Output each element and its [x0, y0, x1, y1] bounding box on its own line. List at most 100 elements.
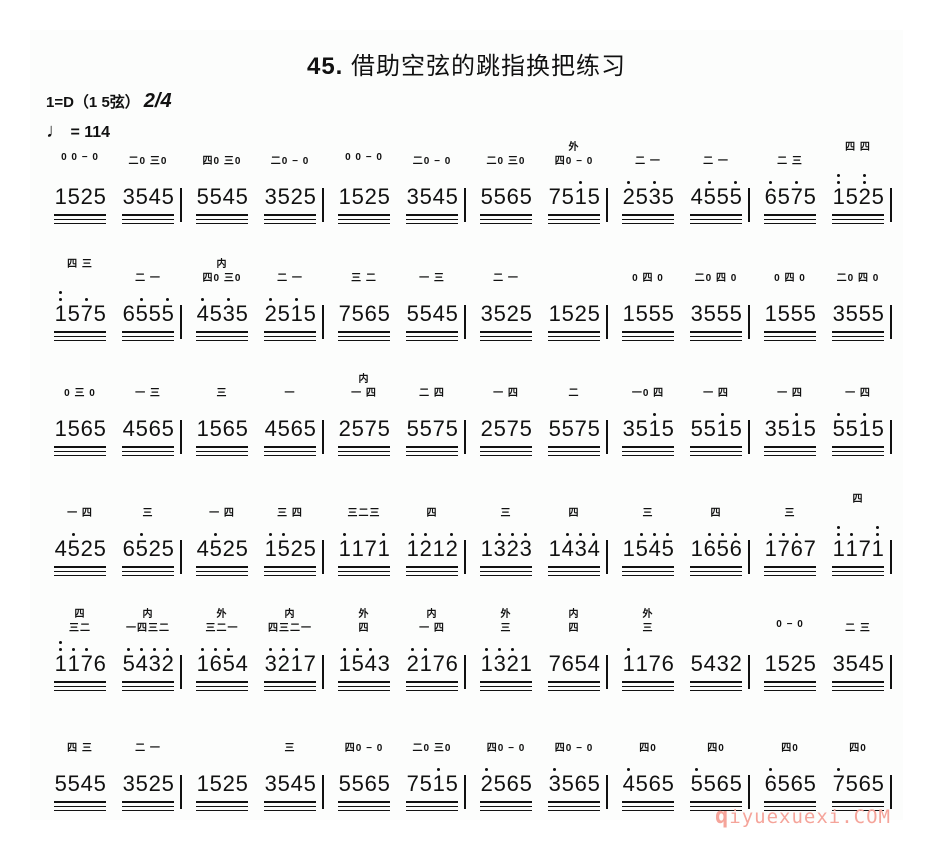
note-digit: 6	[364, 771, 377, 797]
note-digits: 1 2 12	[400, 533, 464, 562]
beam-line	[764, 454, 816, 456]
note-digit-text: 5	[135, 301, 148, 326]
barline	[180, 655, 182, 689]
beam-line	[54, 689, 106, 691]
beam-line	[480, 681, 532, 683]
note-digit: 5	[777, 651, 790, 677]
beam-line	[622, 218, 674, 220]
note-digit: 5	[93, 536, 106, 562]
note-digit: 5	[445, 771, 458, 797]
octave-dot-above	[282, 533, 285, 536]
note-digit: 5	[635, 184, 648, 210]
note-digit: 5	[209, 533, 222, 562]
fingering-marking: 四0	[707, 743, 725, 754]
barline	[606, 420, 608, 454]
note-digit-text: 5	[519, 184, 532, 209]
note-digit-text: 5	[338, 771, 351, 796]
note-digit-text: 5	[729, 771, 742, 796]
note-digit-text: 4	[622, 771, 635, 796]
note-digits: 1555	[758, 301, 822, 327]
note-digit-text: 1	[648, 416, 661, 441]
fingering-marking: 0 0 − 0	[345, 152, 383, 163]
fingering-marking: 四0 − 0	[344, 743, 384, 754]
note-digit-text: 6	[561, 651, 574, 676]
beam-line	[196, 574, 248, 576]
beam-line	[832, 446, 884, 448]
note-group: 1525	[190, 725, 254, 825]
note-digit: 6	[790, 533, 803, 562]
beam-line	[54, 570, 106, 572]
note-digit-text: 2	[290, 536, 303, 561]
note-digit-text: 1	[54, 301, 67, 326]
note-digit: 3	[493, 648, 506, 677]
fingering-marking: 二 一	[135, 743, 161, 754]
note-digit: 1	[338, 533, 351, 562]
barline	[606, 655, 608, 689]
note-digits: 1565	[190, 416, 254, 442]
note-digit-text: 5	[209, 184, 222, 209]
note-digit-text: 5	[561, 184, 574, 209]
note-digit-text: 5	[690, 771, 703, 796]
beam-line	[406, 689, 458, 691]
note-digit: 5	[277, 184, 290, 210]
fingering-marking: 三	[284, 743, 296, 754]
octave-dot-above	[795, 533, 798, 536]
note-digit-text: 4	[196, 536, 209, 561]
note-digit-text: 7	[574, 416, 587, 441]
note-digit: 3	[222, 298, 235, 327]
note-digit: 5	[93, 771, 106, 797]
note-digits: 1525	[48, 184, 112, 210]
beam-line	[480, 570, 532, 572]
beam-line	[622, 454, 674, 456]
beam-line	[338, 339, 390, 341]
note-digit-text: 1	[54, 416, 67, 441]
fingering-marking: 四 三	[67, 743, 93, 754]
note-digit: 1	[519, 651, 532, 677]
note-digit: 7	[548, 651, 561, 677]
note-digit: 4	[432, 184, 445, 210]
octave-dot-above	[695, 768, 698, 771]
note-digit: 5	[303, 301, 316, 327]
note-digit: 3	[548, 768, 561, 797]
note-digit-text: 7	[548, 184, 561, 209]
note-digit: 5	[135, 184, 148, 210]
beam-line	[764, 222, 816, 224]
beam-line	[832, 566, 884, 568]
note-digits: 3555	[826, 301, 890, 327]
barline	[748, 540, 750, 574]
octave-dot-above	[343, 648, 346, 651]
beam-line	[690, 566, 742, 568]
note-digits: 3 565	[542, 768, 606, 797]
note-digit: 3	[264, 648, 277, 677]
note-digit-text: 7	[648, 651, 661, 676]
note-digit-text: 2	[858, 184, 871, 209]
note-digit-text: 6	[148, 416, 161, 441]
note-group: 四 三 1 57 5	[48, 255, 112, 355]
octave-dot-above	[863, 181, 866, 184]
beam-line	[196, 809, 248, 811]
note-digit-text: 3	[406, 184, 419, 209]
note-digit-text: 1	[764, 301, 777, 326]
note-digit: 5	[729, 771, 742, 797]
note-digit: 6	[122, 536, 135, 562]
note-digit-text: 7	[303, 651, 316, 676]
note-digit-text: 5	[635, 416, 648, 441]
note-digit-text: 1	[432, 771, 445, 796]
beam-line	[832, 335, 884, 337]
note-digit: 5	[871, 771, 884, 797]
note-digit: 4	[648, 533, 661, 562]
note-digit: 5	[67, 771, 80, 797]
note-digit-text: 7	[80, 651, 93, 676]
note-digits: 1525	[542, 301, 606, 327]
beam-line	[338, 214, 390, 216]
note-digit-text: 5	[377, 301, 390, 326]
beam-line	[338, 454, 390, 456]
note-digit: 5	[661, 301, 674, 327]
beam-line	[548, 218, 600, 220]
note-digit-text: 5	[871, 184, 884, 209]
note-digit-text: 1	[832, 536, 845, 561]
octave-dot-above	[282, 648, 285, 651]
note-digit: 5	[690, 651, 703, 677]
beam-line	[690, 450, 742, 452]
note-digit-text: 1	[377, 536, 390, 561]
